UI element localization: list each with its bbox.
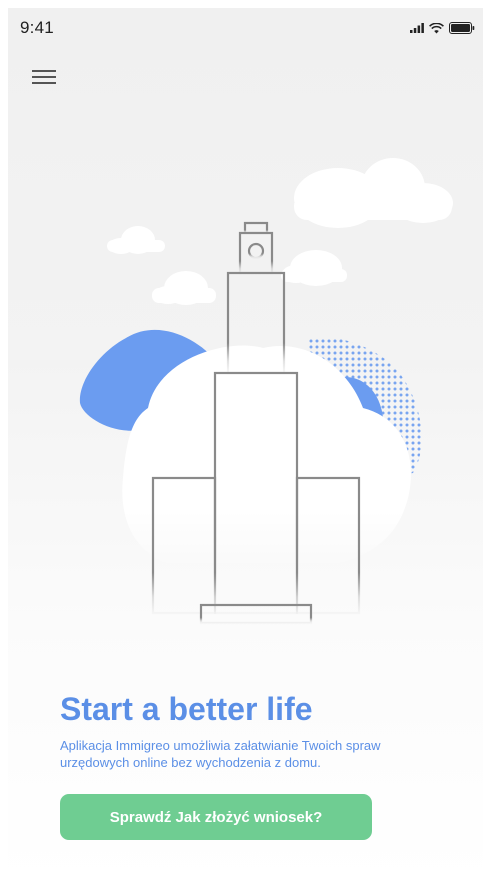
cloud-left xyxy=(107,226,165,254)
cloud-middle xyxy=(152,271,216,305)
city-building-illustration xyxy=(79,158,453,665)
check-application-button[interactable]: Sprawdź Jak złożyć wniosek? xyxy=(60,794,372,840)
app-screen: 9:41 Start a better life Aplikacja Immig… xyxy=(8,8,483,884)
hero-description: Aplikacja Immigreo umożliwia załatwianie… xyxy=(60,738,381,770)
hero-title: Start a better life xyxy=(60,691,313,727)
cloud-right-small xyxy=(281,250,347,286)
cloud-top-right xyxy=(294,158,453,228)
